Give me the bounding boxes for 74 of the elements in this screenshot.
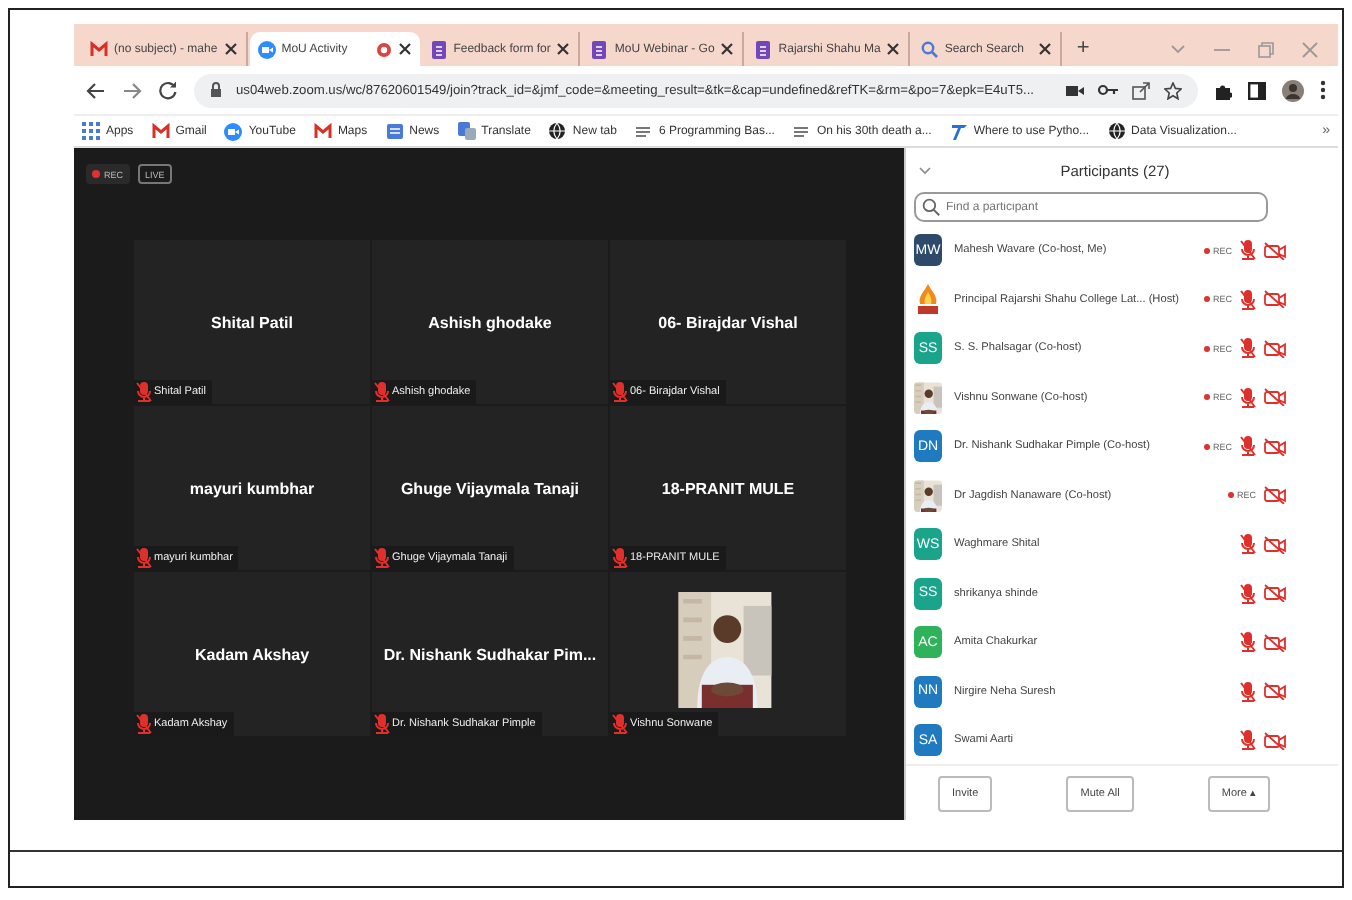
participant-name: Dr. Nishank Sudhakar Pim... — [383, 645, 597, 663]
mail-icon — [90, 39, 108, 59]
forward-arrow-icon[interactable] — [122, 81, 142, 99]
search-icon — [920, 39, 939, 59]
video-off-icon — [1264, 584, 1286, 603]
form-icon — [429, 39, 448, 59]
mail-icon — [313, 121, 332, 141]
text-icon — [634, 121, 653, 141]
record-dot-icon — [1204, 443, 1211, 450]
font-icon — [949, 121, 968, 141]
record-dot-icon — [1204, 345, 1211, 352]
search-icon — [922, 198, 940, 216]
muted-mic-icon — [612, 714, 628, 734]
muted-mic-icon — [136, 548, 152, 568]
close-icon[interactable] — [1038, 42, 1053, 56]
grid-icon — [82, 121, 100, 141]
flame-logo-icon — [914, 283, 942, 316]
form-icon — [590, 39, 609, 59]
video-off-icon — [1264, 388, 1286, 407]
participant-name: mayuri kumbhar — [189, 479, 315, 497]
video-off-icon — [1264, 339, 1286, 358]
globe-icon — [1107, 121, 1126, 141]
video-icon — [224, 121, 243, 141]
muted-mic-icon — [374, 548, 390, 568]
new-tab-button[interactable]: + — [1064, 32, 1102, 66]
muted-mic-icon — [612, 382, 628, 402]
video-icon — [257, 39, 276, 59]
chevron-down-icon[interactable] — [918, 165, 932, 175]
muted-mic-icon — [136, 714, 152, 734]
muted-mic-icon — [374, 382, 390, 402]
participant-name: 18-PRANIT MULE — [661, 479, 795, 497]
translate-icon — [457, 121, 476, 141]
key-icon — [1098, 84, 1118, 96]
star-icon[interactable] — [1164, 81, 1182, 99]
video-off-icon — [1264, 290, 1286, 309]
close-icon[interactable] — [886, 42, 901, 56]
back-arrow-icon[interactable] — [86, 81, 106, 99]
participant-name: Shital Patil — [211, 313, 293, 331]
close-icon[interactable] — [397, 42, 412, 56]
video-off-icon — [1264, 535, 1286, 554]
record-dot-icon — [1204, 247, 1211, 254]
record-dot-icon — [1228, 492, 1235, 499]
kebab-menu-icon[interactable] — [1320, 80, 1326, 100]
participant-name: 06- Birajdar Vishal — [658, 313, 798, 331]
record-dot-icon — [1204, 296, 1211, 303]
muted-mic-icon — [374, 714, 390, 734]
share-icon — [1132, 81, 1150, 99]
participant-name: Ashish ghodake — [428, 313, 552, 331]
camera-icon — [1066, 83, 1084, 97]
reload-icon[interactable] — [158, 80, 178, 100]
video-off-icon — [1264, 486, 1286, 505]
avatar-icon[interactable] — [1282, 79, 1304, 101]
puzzle-icon[interactable] — [1214, 81, 1232, 99]
lock-icon — [210, 82, 222, 98]
close-icon[interactable] — [720, 42, 735, 56]
muted-mic-icon — [136, 382, 152, 402]
close-icon[interactable] — [556, 42, 571, 56]
record-dot-icon — [1204, 394, 1211, 401]
video-off-icon — [1264, 241, 1286, 260]
form-icon — [754, 39, 773, 59]
video-off-icon — [1264, 731, 1286, 750]
participant-name: Ghuge Vijaymala Tanaji — [400, 479, 580, 497]
text-icon — [792, 121, 811, 141]
globe-icon — [548, 121, 567, 141]
close-icon[interactable] — [223, 42, 238, 56]
video-off-icon — [1264, 633, 1286, 652]
video-off-icon — [1264, 437, 1286, 456]
video-off-icon — [1264, 682, 1286, 701]
participant-name: Kadam Akshay — [194, 645, 310, 663]
side-panel-icon[interactable] — [1248, 81, 1266, 99]
record-dot-icon — [92, 170, 100, 178]
newspaper-icon — [385, 121, 404, 141]
mail-icon — [151, 121, 170, 141]
muted-mic-icon — [612, 548, 628, 568]
